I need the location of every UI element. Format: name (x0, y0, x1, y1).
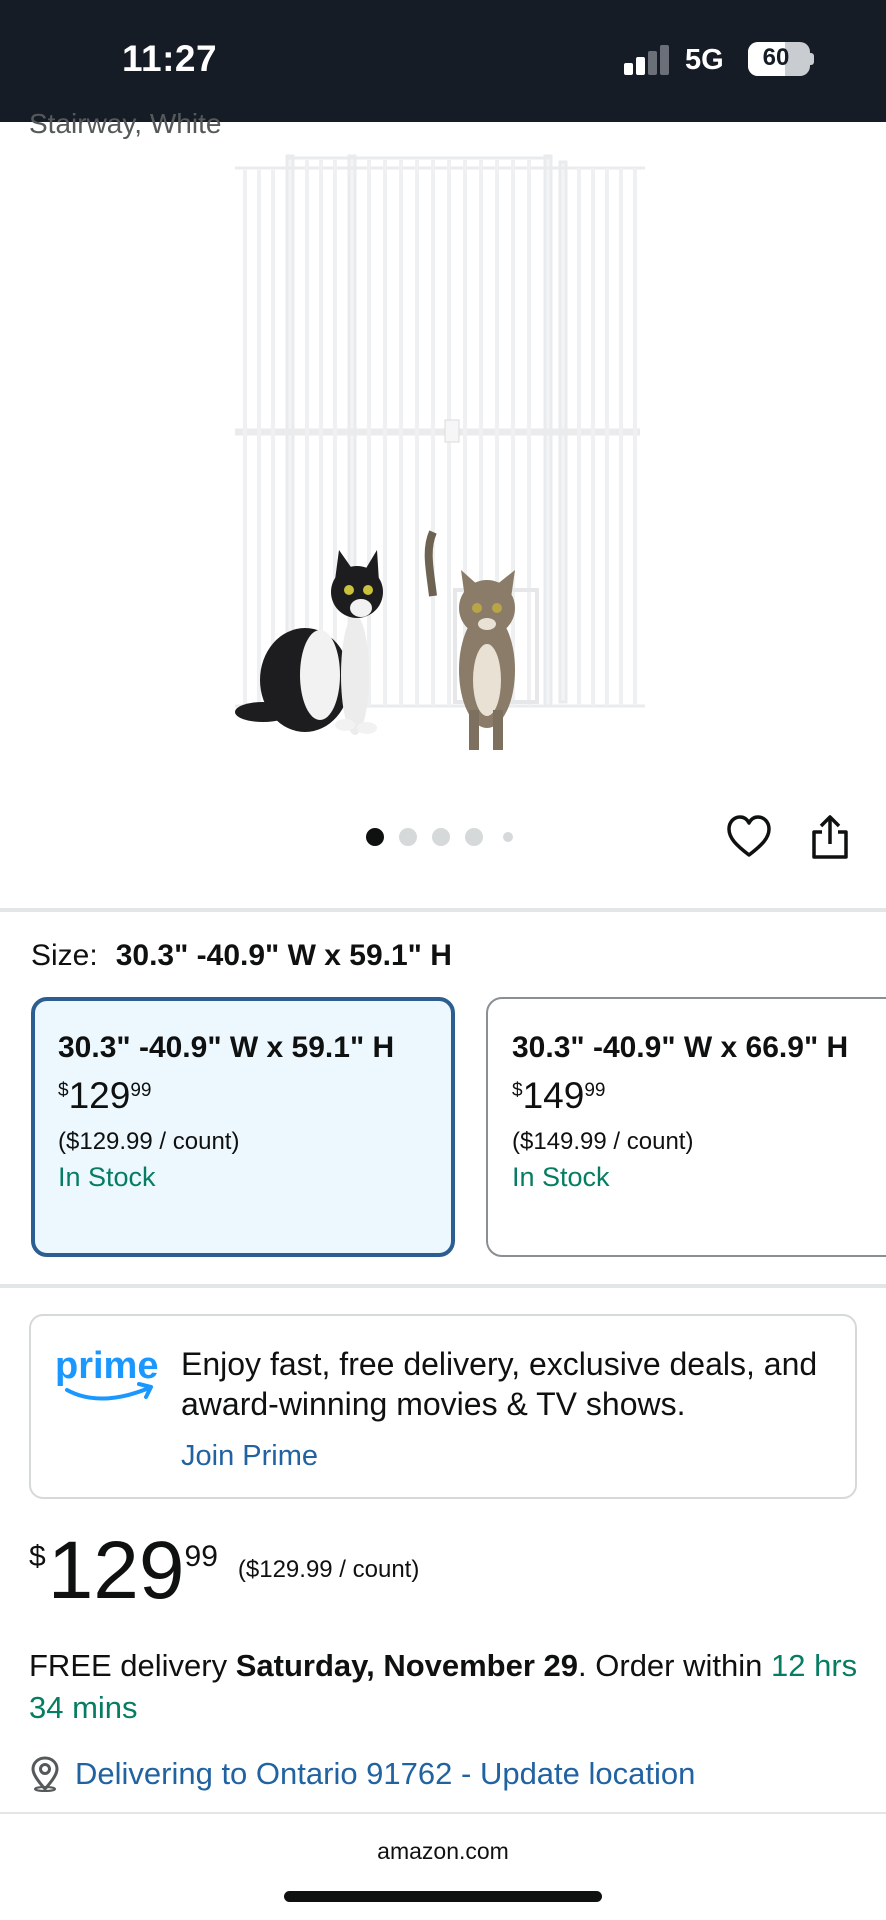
prime-logo-text: prime (55, 1345, 158, 1387)
prime-message: Enjoy fast, free delivery, exclusive dea… (181, 1346, 818, 1422)
delivery-date: Saturday, November 29 (235, 1648, 579, 1683)
size-option-price: $149 99 (512, 1075, 606, 1116)
home-indicator[interactable] (284, 1891, 602, 1902)
status-time: 11:27 (122, 38, 218, 79)
battery-icon: 60 (748, 42, 810, 76)
battery-tip (810, 53, 814, 65)
join-prime-link[interactable]: Join Prime (181, 1440, 318, 1473)
size-selection-header: Size: 30.3" -40.9" W x 59.1" H (31, 939, 452, 973)
prime-logo-icon: prime (55, 1345, 158, 1401)
size-option-stock: In Stock (512, 1162, 610, 1192)
delivery-info: FREE delivery Saturday, November 29. Ord… (29, 1648, 858, 1725)
browser-bar-divider (0, 1812, 886, 1814)
carousel-dot[interactable] (399, 828, 417, 846)
signal-icon (624, 45, 670, 75)
delivery-location[interactable]: Delivering to Ontario 91762 - Update loc… (29, 1752, 695, 1796)
section-divider (0, 1284, 886, 1288)
size-option-name: 30.3" -40.9" W x 66.9" H (512, 1031, 849, 1064)
carousel-dot[interactable] (503, 832, 513, 842)
carousel-dot[interactable] (465, 828, 483, 846)
product-image[interactable] (225, 150, 655, 760)
size-option-unit-price: ($129.99 / count) (58, 1128, 240, 1155)
buybox-price: $129 99 ($129.99 / count) (29, 1525, 420, 1616)
size-label: Size: (31, 939, 98, 972)
location-pin-icon (31, 1756, 59, 1792)
size-option-stock: In Stock (58, 1162, 156, 1192)
prime-promo-box: prime Enjoy fast, free delivery, exclusi… (29, 1314, 857, 1499)
status-bar: 11:27 5G 60 (0, 0, 886, 122)
cat-tabby (424, 530, 515, 750)
size-selected-value: 30.3" -40.9" W x 59.1" H (115, 939, 452, 972)
heart-icon[interactable] (726, 814, 772, 860)
buybox-unit-price: ($129.99 / count) (237, 1556, 420, 1583)
location-update-link[interactable]: Delivering to Ontario 91762 - Update loc… (75, 1756, 695, 1792)
size-option-unit-price: ($149.99 / count) (512, 1128, 694, 1155)
size-option-name: 30.3" -40.9" W x 59.1" H (58, 1031, 395, 1064)
network-type: 5G (685, 44, 724, 76)
size-option-59-1[interactable]: 30.3" -40.9" W x 59.1" H $129 99 ($129.99… (31, 997, 455, 1257)
product-title-fragment: Stairway, White (29, 108, 222, 139)
browser-url[interactable]: amazon.com (0, 1838, 886, 1865)
share-icon[interactable] (810, 814, 850, 860)
size-option-price: $129 99 (58, 1075, 152, 1116)
battery-level: 60 (762, 44, 790, 71)
carousel-dot[interactable] (432, 828, 450, 846)
size-option-66-9[interactable]: 30.3" -40.9" W x 66.9" H $149 99 ($149.99… (486, 997, 886, 1257)
section-divider (0, 908, 886, 912)
carousel-dot-active[interactable] (366, 828, 384, 846)
